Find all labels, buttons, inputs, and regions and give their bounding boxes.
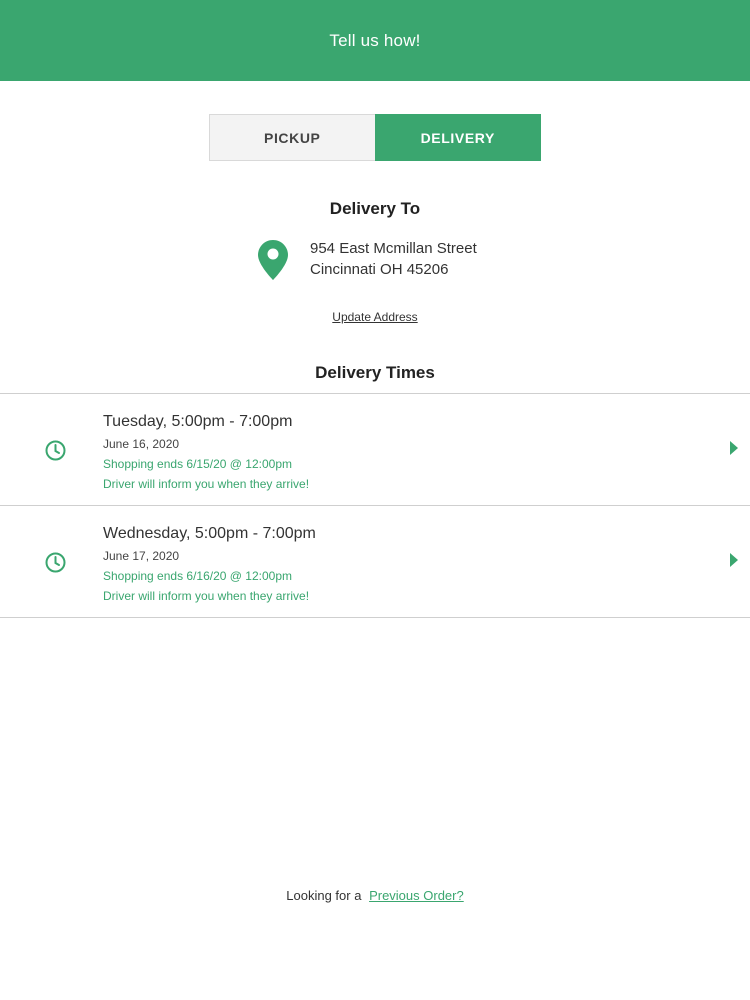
- chevron-right-icon: [730, 441, 738, 455]
- pickup-tab[interactable]: PICKUP: [209, 114, 375, 161]
- slot-shopping-ends: Shopping ends 6/16/20 @ 12:00pm: [103, 569, 292, 583]
- address-line-2: Cincinnati OH 45206: [310, 261, 449, 278]
- pickup-tab-label: PICKUP: [264, 129, 321, 146]
- address-text: 954 East Mcmillan Street Cincinnati OH 4…: [310, 238, 477, 280]
- delivery-slot[interactable]: Tuesday, 5:00pm - 7:00pm June 16, 2020 S…: [0, 393, 750, 505]
- update-address-row: Update Address: [0, 308, 750, 326]
- slot-details: Tuesday, 5:00pm - 7:00pm June 16, 2020 S…: [103, 411, 309, 494]
- app-header: Tell us how!: [0, 0, 750, 81]
- slot-title: Tuesday, 5:00pm - 7:00pm: [103, 413, 293, 430]
- address-line-1: 954 East Mcmillan Street: [310, 240, 477, 257]
- delivery-address: 954 East Mcmillan Street Cincinnati OH 4…: [258, 238, 477, 280]
- slot-date: June 17, 2020: [103, 549, 180, 563]
- delivery-tab-label: DELIVERY: [420, 129, 495, 146]
- slot-details: Wednesday, 5:00pm - 7:00pm June 17, 2020…: [103, 523, 316, 606]
- map-pin-icon: [258, 240, 288, 280]
- previous-order-link[interactable]: Previous Order?: [369, 888, 464, 903]
- delivery-slot-list: Tuesday, 5:00pm - 7:00pm June 16, 2020 S…: [0, 393, 750, 618]
- delivery-slot[interactable]: Wednesday, 5:00pm - 7:00pm June 17, 2020…: [0, 505, 750, 618]
- chevron-right-icon: [730, 553, 738, 567]
- slot-driver-note: Driver will inform you when they arrive!: [103, 477, 310, 491]
- footer-prefix: Looking for a: [286, 888, 362, 903]
- delivery-tab[interactable]: DELIVERY: [374, 114, 541, 161]
- delivery-to-heading: Delivery To: [329, 199, 421, 218]
- fulfillment-toggle: PICKUP DELIVERY: [209, 114, 541, 161]
- clock-icon: [45, 552, 66, 573]
- header-title: Tell us how!: [329, 30, 421, 50]
- slot-driver-note: Driver will inform you when they arrive!: [103, 589, 310, 603]
- slot-shopping-ends: Shopping ends 6/15/20 @ 12:00pm: [103, 457, 292, 471]
- previous-order-footer: Looking for a Previous Order?: [0, 888, 750, 903]
- slot-title: Wednesday, 5:00pm - 7:00pm: [103, 525, 316, 542]
- delivery-times-heading: Delivery Times: [315, 363, 435, 382]
- update-address-link[interactable]: Update Address: [332, 310, 417, 324]
- slot-date: June 16, 2020: [103, 437, 180, 451]
- clock-icon: [45, 440, 66, 461]
